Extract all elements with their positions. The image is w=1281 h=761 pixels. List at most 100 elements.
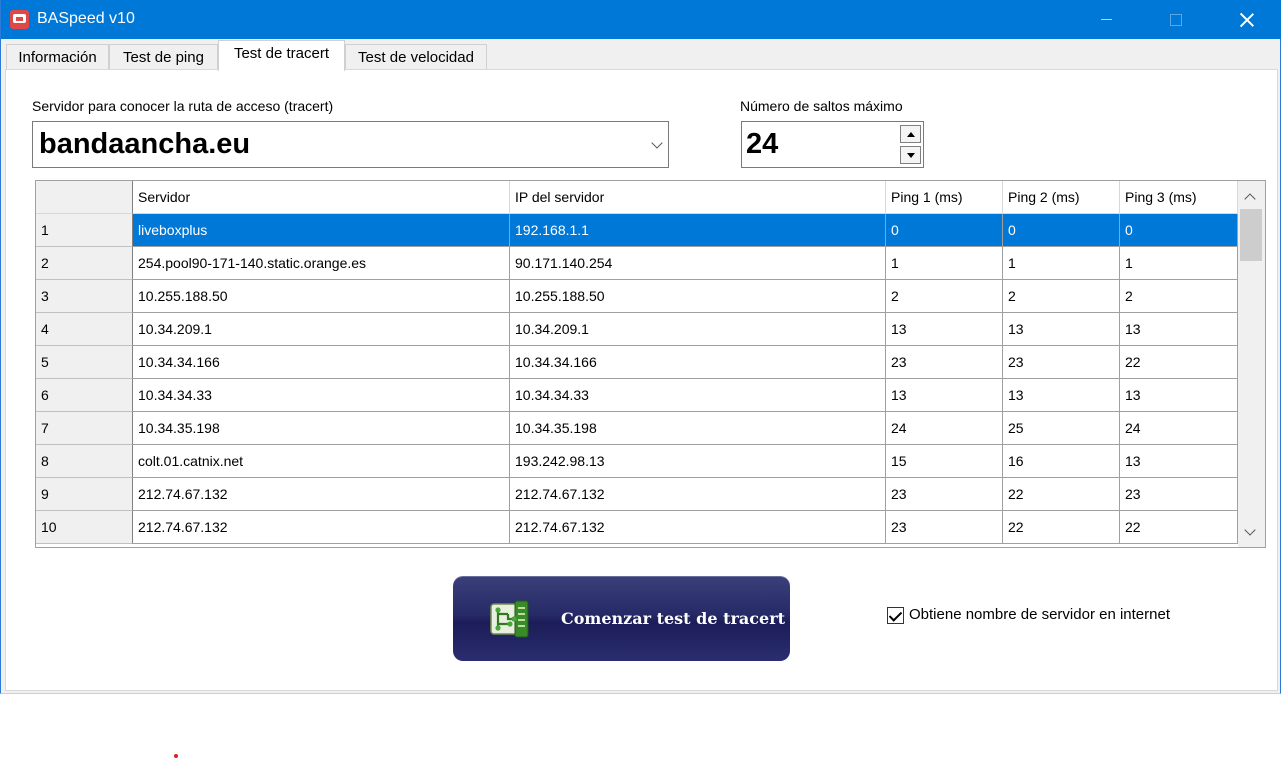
table-row[interactable]: 1 liveboxplus 192.168.1.1 0 0 0	[36, 214, 1238, 247]
ping2-cell[interactable]: 23	[1003, 346, 1120, 379]
tab-tracert[interactable]: Test de tracert	[218, 40, 345, 71]
max-hops-spinner[interactable]: 24	[741, 121, 924, 168]
ping2-cell[interactable]: 1	[1003, 247, 1120, 280]
header-ip[interactable]: IP del servidor	[510, 181, 886, 214]
server-cell[interactable]: 212.74.67.132	[133, 511, 510, 544]
ip-cell[interactable]: 10.34.34.166	[510, 346, 886, 379]
chevron-down-icon[interactable]	[651, 137, 663, 149]
header-servidor[interactable]: Servidor	[133, 181, 510, 214]
row-number[interactable]: 4	[36, 313, 133, 346]
spin-down-button[interactable]	[900, 146, 921, 164]
ping3-cell[interactable]: 23	[1120, 478, 1238, 511]
server-cell[interactable]: 10.34.34.33	[133, 379, 510, 412]
table-row[interactable]: 5 10.34.34.166 10.34.34.166 23 23 22	[36, 346, 1238, 379]
table-scrollbar[interactable]	[1238, 181, 1265, 547]
ip-cell[interactable]: 90.171.140.254	[510, 247, 886, 280]
row-number[interactable]: 2	[36, 247, 133, 280]
table-row[interactable]: 10 212.74.67.132 212.74.67.132 23 22 22	[36, 511, 1238, 544]
app-icon[interactable]	[10, 10, 29, 29]
header-ping3[interactable]: Ping 3 (ms)	[1120, 181, 1238, 214]
table-row[interactable]: 8 colt.01.catnix.net 193.242.98.13 15 16 13	[36, 445, 1238, 478]
ip-cell[interactable]: 212.74.67.132	[510, 511, 886, 544]
header-ping1[interactable]: Ping 1 (ms)	[886, 181, 1003, 214]
maximize-button[interactable]	[1153, 0, 1199, 39]
ip-cell[interactable]: 10.34.35.198	[510, 412, 886, 445]
resolve-names-label[interactable]: Obtiene nombre de servidor en internet	[909, 606, 1170, 623]
close-button[interactable]	[1224, 0, 1270, 39]
ip-cell[interactable]: 10.255.188.50	[510, 280, 886, 313]
scroll-down-icon[interactable]	[1244, 524, 1256, 536]
ping3-cell[interactable]: 13	[1120, 379, 1238, 412]
ip-cell[interactable]: 192.168.1.1	[510, 214, 886, 247]
title-bar[interactable]: BASpeed v10	[1, 0, 1281, 39]
resolve-names-checkbox[interactable]	[887, 607, 904, 624]
table-row[interactable]: 9 212.74.67.132 212.74.67.132 23 22 23	[36, 478, 1238, 511]
ping3-cell[interactable]: 24	[1120, 412, 1238, 445]
ping2-cell[interactable]: 0	[1003, 214, 1120, 247]
ping2-cell[interactable]: 2	[1003, 280, 1120, 313]
ping1-cell[interactable]: 0	[886, 214, 1003, 247]
server-cell[interactable]: 10.255.188.50	[133, 280, 510, 313]
ping1-cell[interactable]: 24	[886, 412, 1003, 445]
server-cell[interactable]: 212.74.67.132	[133, 478, 510, 511]
ping3-cell[interactable]: 0	[1120, 214, 1238, 247]
ping2-cell[interactable]: 25	[1003, 412, 1120, 445]
tracert-results-table[interactable]: Servidor IP del servidor Ping 1 (ms) Pin…	[35, 180, 1266, 548]
header-corner[interactable]	[36, 181, 133, 214]
ip-cell[interactable]: 10.34.209.1	[510, 313, 886, 346]
row-number[interactable]: 7	[36, 412, 133, 445]
ip-cell[interactable]: 193.242.98.13	[510, 445, 886, 478]
table-row[interactable]: 2 254.pool90-171-140.static.orange.es 90.1…	[36, 247, 1238, 280]
header-ping2[interactable]: Ping 2 (ms)	[1003, 181, 1120, 214]
minimize-icon	[1100, 19, 1112, 20]
ping3-cell[interactable]: 2	[1120, 280, 1238, 313]
table-row[interactable]: 6 10.34.34.33 10.34.34.33 13 13 13	[36, 379, 1238, 412]
ping1-cell[interactable]: 1	[886, 247, 1003, 280]
tab-informacion[interactable]: Información	[6, 44, 109, 70]
ping2-cell[interactable]: 16	[1003, 445, 1120, 478]
row-number[interactable]: 1	[36, 214, 133, 247]
ping1-cell[interactable]: 13	[886, 379, 1003, 412]
ping1-cell[interactable]: 23	[886, 511, 1003, 544]
row-number[interactable]: 10	[36, 511, 133, 544]
ip-cell[interactable]: 212.74.67.132	[510, 478, 886, 511]
ping3-cell[interactable]: 13	[1120, 445, 1238, 478]
server-cell[interactable]: colt.01.catnix.net	[133, 445, 510, 478]
ping3-cell[interactable]: 1	[1120, 247, 1238, 280]
ping3-cell[interactable]: 13	[1120, 313, 1238, 346]
ping2-cell[interactable]: 22	[1003, 511, 1120, 544]
ping1-cell[interactable]: 23	[886, 346, 1003, 379]
tracert-route-icon	[490, 600, 529, 638]
tab-ping[interactable]: Test de ping	[109, 44, 218, 70]
scroll-thumb[interactable]	[1240, 209, 1262, 261]
ping3-cell[interactable]: 22	[1120, 346, 1238, 379]
ping3-cell[interactable]: 22	[1120, 511, 1238, 544]
table-row[interactable]: 4 10.34.209.1 10.34.209.1 13 13 13	[36, 313, 1238, 346]
tab-velocidad[interactable]: Test de velocidad	[345, 44, 487, 70]
minimize-button[interactable]	[1083, 0, 1129, 39]
ping1-cell[interactable]: 15	[886, 445, 1003, 478]
ping2-cell[interactable]: 13	[1003, 313, 1120, 346]
server-cell[interactable]: liveboxplus	[133, 214, 510, 247]
ping2-cell[interactable]: 22	[1003, 478, 1120, 511]
row-number[interactable]: 8	[36, 445, 133, 478]
server-cell[interactable]: 10.34.35.198	[133, 412, 510, 445]
ping1-cell[interactable]: 23	[886, 478, 1003, 511]
ping2-cell[interactable]: 13	[1003, 379, 1120, 412]
scroll-up-icon[interactable]	[1244, 193, 1256, 205]
row-number[interactable]: 6	[36, 379, 133, 412]
server-cell[interactable]: 10.34.34.166	[133, 346, 510, 379]
spin-up-button[interactable]	[900, 125, 921, 143]
row-number[interactable]: 9	[36, 478, 133, 511]
server-cell[interactable]: 10.34.209.1	[133, 313, 510, 346]
ping1-cell[interactable]: 2	[886, 280, 1003, 313]
server-cell[interactable]: 254.pool90-171-140.static.orange.es	[133, 247, 510, 280]
row-number[interactable]: 3	[36, 280, 133, 313]
row-number[interactable]: 5	[36, 346, 133, 379]
server-combobox[interactable]: bandaancha.eu	[32, 121, 669, 168]
table-row[interactable]: 7 10.34.35.198 10.34.35.198 24 25 24	[36, 412, 1238, 445]
start-tracert-button[interactable]: Comenzar test de tracert	[453, 576, 790, 661]
ping1-cell[interactable]: 13	[886, 313, 1003, 346]
ip-cell[interactable]: 10.34.34.33	[510, 379, 886, 412]
table-row[interactable]: 3 10.255.188.50 10.255.188.50 2 2 2	[36, 280, 1238, 313]
